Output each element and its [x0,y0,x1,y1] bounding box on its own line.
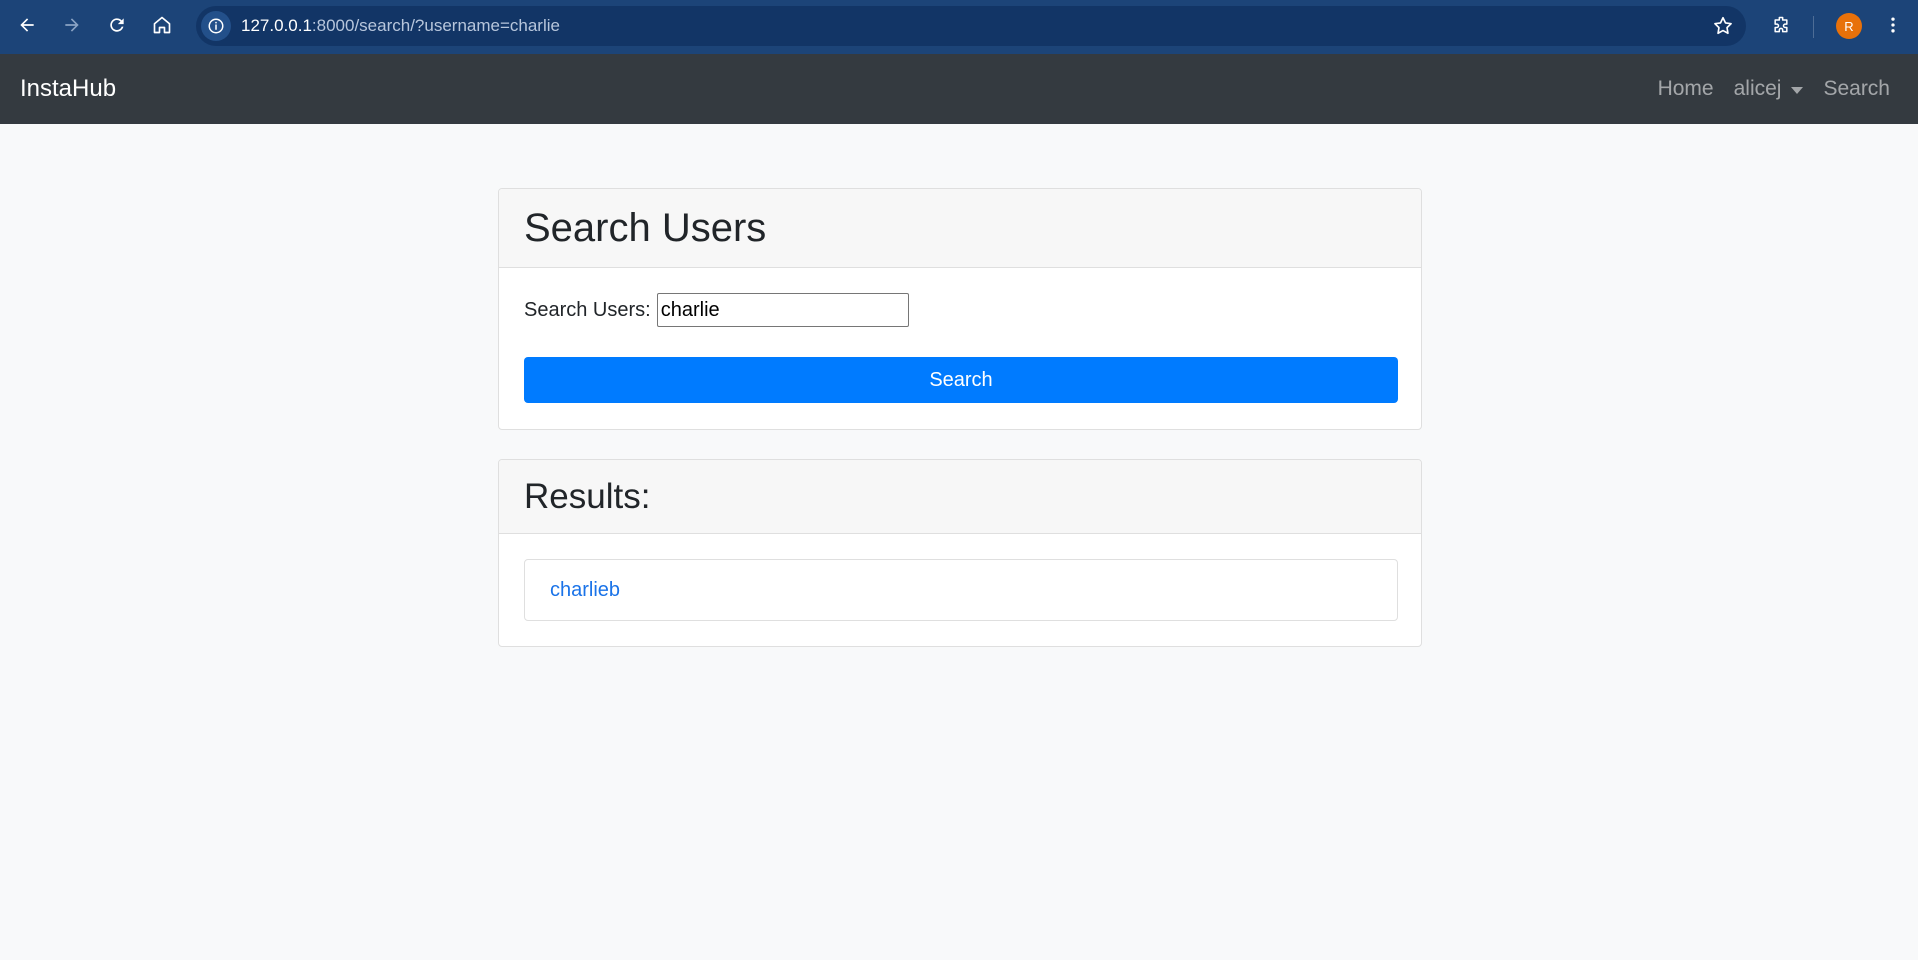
url-text[interactable]: 127.0.0.1:8000/search/?username=charlie [241,16,560,36]
reload-icon[interactable] [102,10,132,40]
search-label: Search Users: [524,298,651,321]
menu-icon[interactable] [1878,10,1908,40]
results-card-title: Results: [524,476,651,516]
address-bar[interactable]: 127.0.0.1:8000/search/?username=charlie [196,6,1746,46]
brand-link[interactable]: InstaHub [20,75,116,103]
extensions-icon[interactable] [1766,10,1796,40]
toolbar-divider [1813,16,1814,38]
nav-links: Home alicej Search [1638,77,1890,101]
star-icon[interactable] [1712,15,1734,37]
search-card: Search Users Search Users: Search [498,188,1422,430]
result-user-link[interactable]: charlieb [550,579,620,602]
browser-toolbar: 127.0.0.1:8000/search/?username=charlie … [0,0,1918,54]
navbar: InstaHub Home alicej Search [0,54,1918,124]
search-input[interactable] [656,293,909,327]
user-dropdown-label: alicej [1733,77,1782,100]
results-list: charlieb [524,559,1398,621]
search-card-header: Search Users [499,189,1421,268]
url-path: :8000/search/?username=charlie [311,16,560,35]
nav-home-link[interactable]: Home [1658,77,1714,101]
home-icon[interactable] [147,10,177,40]
list-item: charlieb [524,559,1398,621]
search-card-title: Search Users [524,205,767,250]
search-form: Search Users: [524,293,909,327]
info-icon[interactable] [201,11,231,41]
forward-icon[interactable] [57,10,87,40]
url-host: 127.0.0.1 [241,16,312,35]
back-icon[interactable] [12,10,42,40]
results-card-header: Results: [499,460,1421,534]
nav-search-link[interactable]: Search [1823,77,1890,101]
user-dropdown[interactable]: alicej [1734,77,1804,101]
profile-avatar[interactable]: R [1836,13,1862,39]
results-card: Results: charlieb [498,459,1422,647]
search-button[interactable]: Search [524,357,1398,403]
caret-down-icon [1791,86,1804,94]
